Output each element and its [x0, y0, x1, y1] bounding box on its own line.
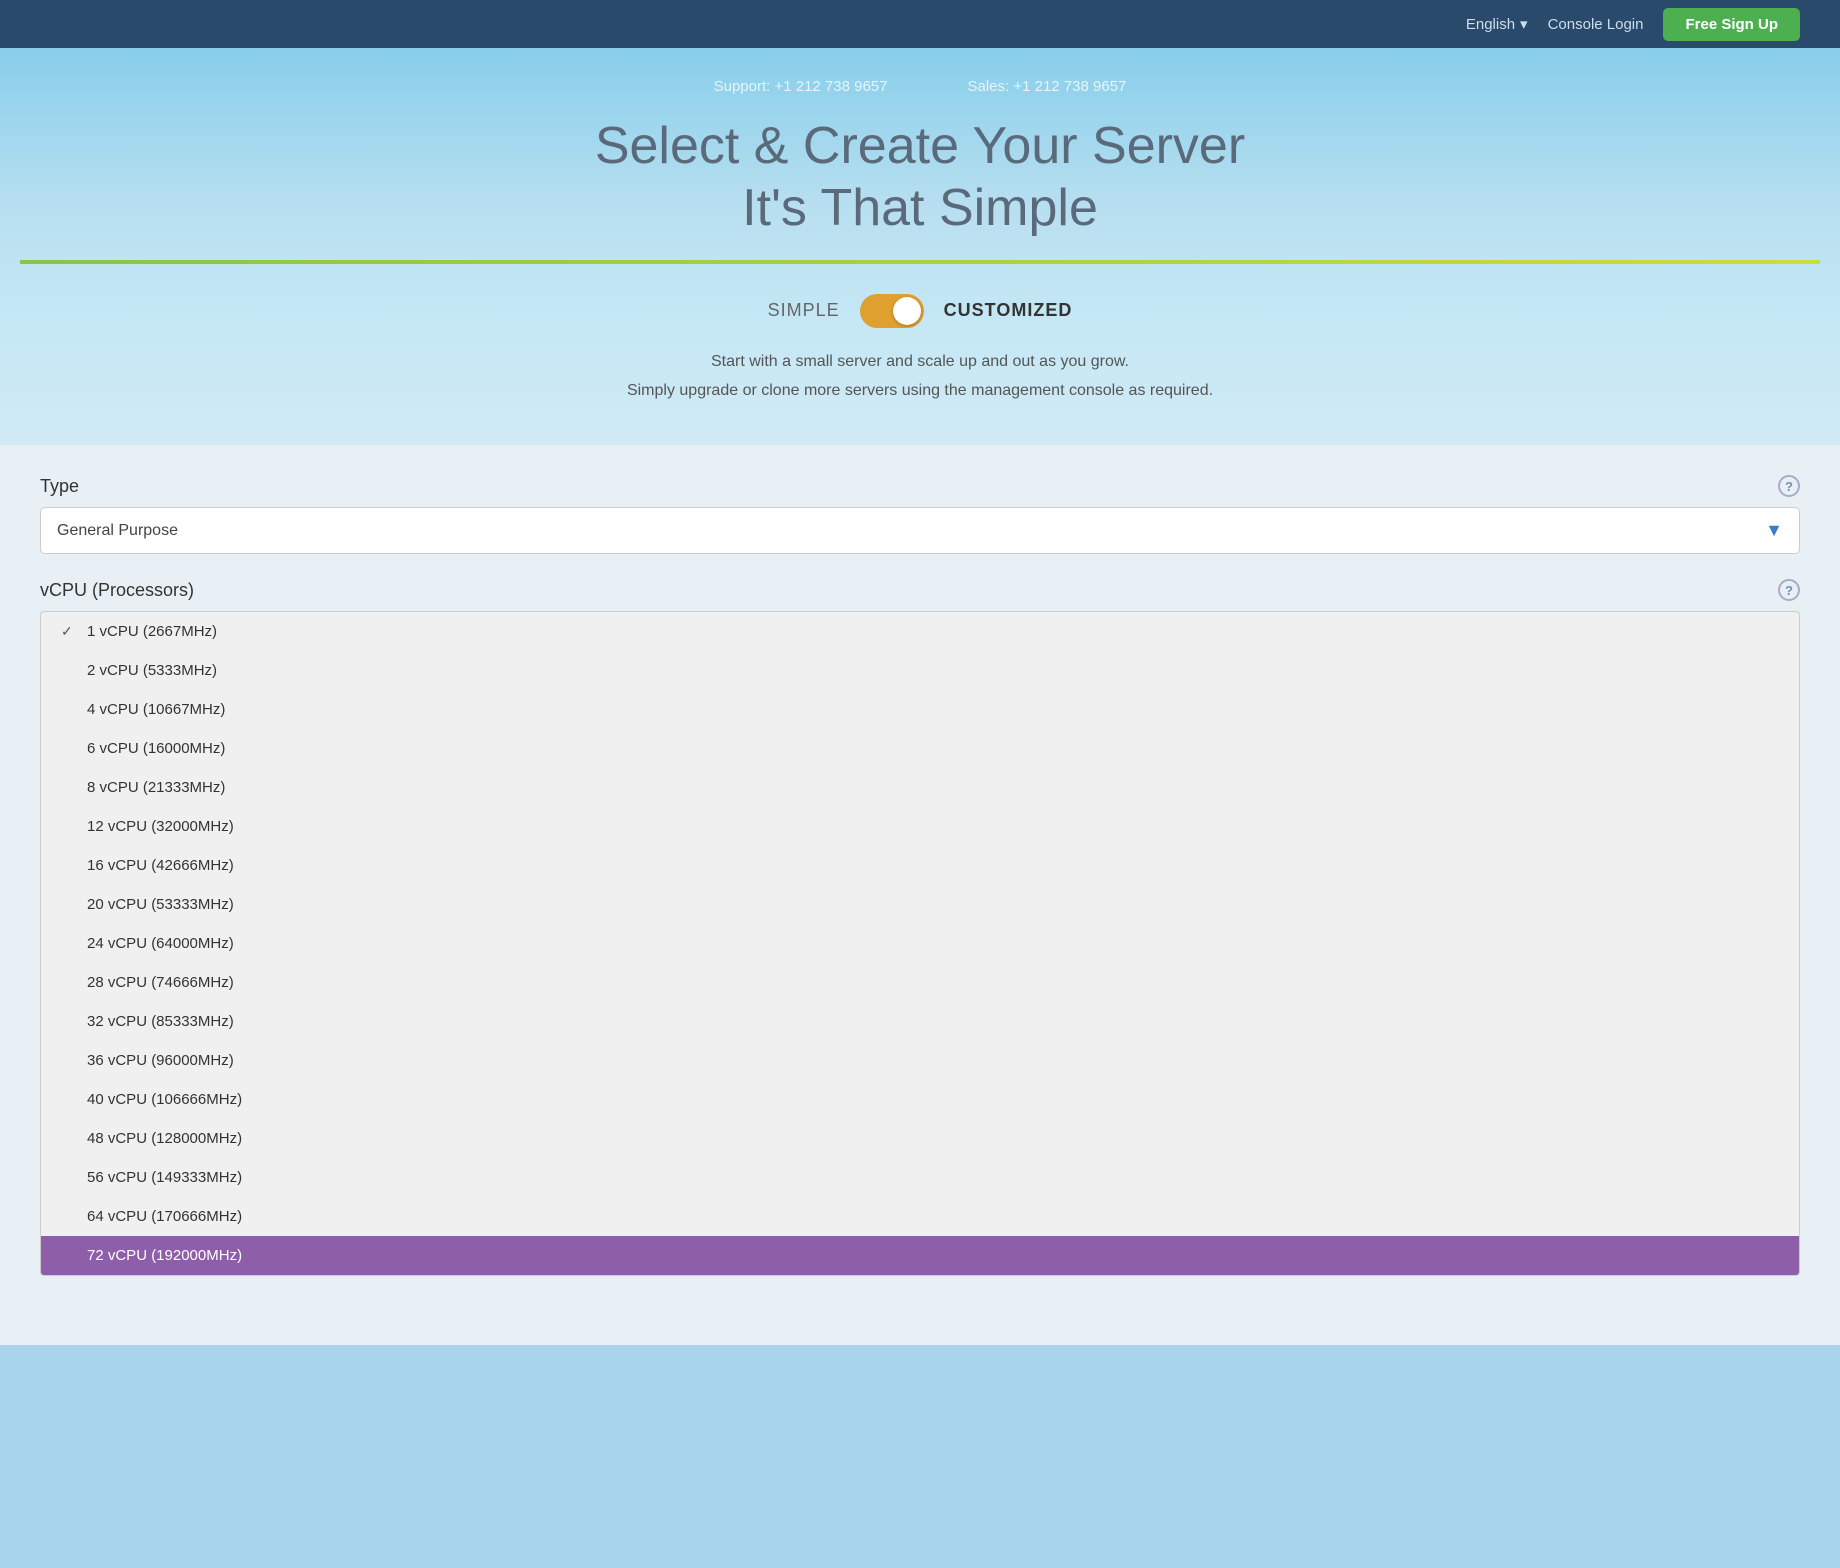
- chevron-down-icon: ▾: [1520, 15, 1528, 33]
- list-item[interactable]: 28 vCPU (74666MHz): [41, 963, 1799, 1002]
- type-dropdown[interactable]: General Purpose ▼: [40, 507, 1800, 554]
- list-item[interactable]: 48 vCPU (128000MHz): [41, 1119, 1799, 1158]
- list-item[interactable]: 64 vCPU (170666MHz): [41, 1197, 1799, 1236]
- title-line2: It's That Simple: [742, 179, 1098, 237]
- desc-line1: Start with a small server and scale up a…: [711, 353, 1129, 370]
- language-label: English: [1466, 16, 1515, 33]
- console-login-link[interactable]: Console Login: [1548, 16, 1644, 33]
- toggle-simple-label: SIMPLE: [768, 300, 840, 321]
- title-line1: Select & Create Your Server: [595, 117, 1245, 175]
- list-item[interactable]: 1 vCPU (2667MHz): [41, 612, 1799, 651]
- toggle-switch[interactable]: [860, 294, 924, 328]
- list-item[interactable]: 12 vCPU (32000MHz): [41, 807, 1799, 846]
- vcpu-label: vCPU (Processors): [40, 580, 194, 601]
- main-content: Type ? General Purpose ▼ vCPU (Processor…: [0, 445, 1840, 1345]
- list-item[interactable]: 2 vCPU (5333MHz): [41, 651, 1799, 690]
- toggle-knob: [893, 297, 921, 325]
- list-item[interactable]: 16 vCPU (42666MHz): [41, 846, 1799, 885]
- support-phone: Support: +1 212 738 9657: [714, 78, 888, 95]
- type-help-icon[interactable]: ?: [1778, 475, 1800, 497]
- type-dropdown-arrow-icon: ▼: [1765, 520, 1783, 541]
- list-item[interactable]: 56 vCPU (149333MHz): [41, 1158, 1799, 1197]
- list-item[interactable]: 24 vCPU (64000MHz): [41, 924, 1799, 963]
- simple-customized-toggle: SIMPLE CUSTOMIZED: [20, 294, 1820, 328]
- hero-section: Support: +1 212 738 9657 Sales: +1 212 7…: [0, 48, 1840, 445]
- list-item[interactable]: 40 vCPU (106666MHz): [41, 1080, 1799, 1119]
- list-item[interactable]: 4 vCPU (10667MHz): [41, 690, 1799, 729]
- top-navigation: English ▾ Console Login Free Sign Up: [0, 0, 1840, 48]
- hero-description: Start with a small server and scale up a…: [20, 348, 1820, 406]
- vcpu-dropdown-list: 1 vCPU (2667MHz)2 vCPU (5333MHz)4 vCPU (…: [40, 611, 1800, 1276]
- type-dropdown-value: General Purpose: [57, 522, 178, 540]
- list-item[interactable]: 32 vCPU (85333MHz): [41, 1002, 1799, 1041]
- free-signup-button[interactable]: Free Sign Up: [1663, 8, 1800, 41]
- divider: [20, 260, 1820, 264]
- page-title: Select & Create Your Server It's That Si…: [20, 115, 1820, 240]
- list-item[interactable]: 20 vCPU (53333MHz): [41, 885, 1799, 924]
- desc-line2: Simply upgrade or clone more servers usi…: [627, 382, 1213, 399]
- list-item[interactable]: 72 vCPU (192000MHz): [41, 1236, 1799, 1275]
- list-item[interactable]: 36 vCPU (96000MHz): [41, 1041, 1799, 1080]
- vcpu-section-header: vCPU (Processors) ?: [40, 579, 1800, 601]
- language-selector[interactable]: English ▾: [1466, 15, 1528, 33]
- type-section-header: Type ?: [40, 475, 1800, 497]
- sales-phone: Sales: +1 212 738 9657: [968, 78, 1127, 95]
- vcpu-section: vCPU (Processors) ? 1 vCPU (2667MHz)2 vC…: [40, 579, 1800, 1276]
- list-item[interactable]: 6 vCPU (16000MHz): [41, 729, 1799, 768]
- list-item[interactable]: 8 vCPU (21333MHz): [41, 768, 1799, 807]
- type-label: Type: [40, 476, 79, 497]
- vcpu-help-icon[interactable]: ?: [1778, 579, 1800, 601]
- toggle-customized-label: CUSTOMIZED: [944, 300, 1073, 321]
- support-bar: Support: +1 212 738 9657 Sales: +1 212 7…: [20, 78, 1820, 95]
